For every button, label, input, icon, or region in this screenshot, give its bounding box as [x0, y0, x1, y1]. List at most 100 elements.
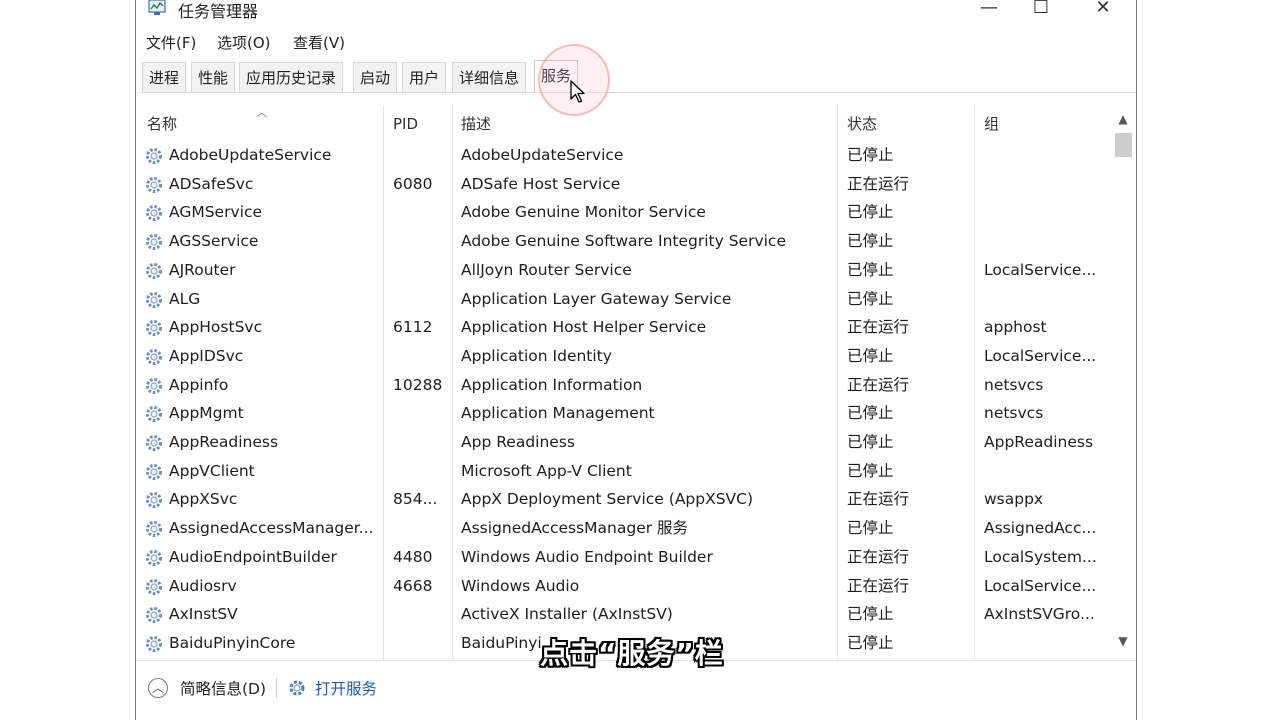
cell-name: AppXSvc — [169, 490, 238, 509]
cell-status: 正在运行 — [847, 576, 910, 595]
cell-name: AGMService — [169, 203, 262, 222]
close-button[interactable]: ✕ — [1080, 0, 1126, 20]
cell-group — [984, 170, 1109, 198]
cell-pid — [393, 227, 451, 255]
cell-group — [984, 141, 1109, 169]
brief-info-button[interactable]: 简略信息(D) — [180, 677, 266, 699]
table-row[interactable]: AdobeUpdateService AdobeUpdateService 已停止 — [136, 141, 1111, 169]
cell-group — [984, 227, 1109, 255]
footer-divider — [276, 678, 278, 698]
table-row[interactable]: AppXSvc 854... AppX Deployment Service (Ap… — [136, 485, 1111, 513]
table-row[interactable]: AGMService Adobe Genuine Monitor Service 已… — [136, 198, 1111, 226]
table-row[interactable]: AppHostSvc 6112 Application Host Helper Se… — [136, 313, 1111, 341]
col-pid-header[interactable]: PID — [393, 106, 418, 142]
cell-name: AppVClient — [169, 461, 255, 480]
col-group-header[interactable]: 组 — [984, 106, 999, 142]
cell-pid — [393, 285, 451, 313]
table-row[interactable]: Audiosrv 4668 Windows Audio 正在运行 LocalServic… — [136, 572, 1111, 600]
cell-pid: 10288 — [393, 375, 443, 394]
table-row[interactable]: AudioEndpointBuilder 4480 Windows Audio En… — [136, 543, 1111, 571]
cell-status: 已停止 — [847, 289, 894, 308]
maximize-button[interactable]: ☐ — [1018, 0, 1064, 20]
tab-performance[interactable]: 性能 — [191, 62, 236, 92]
cell-pid — [393, 342, 451, 370]
cell-name: AppMgmt — [169, 404, 244, 423]
cell-name: AppHostSvc — [169, 318, 263, 337]
cell-pid — [393, 600, 451, 628]
services-table: ︿ 名称 PID 描述 状态 组 AdobeUpdateService Adobe… — [136, 106, 1136, 661]
table-header: ︿ 名称 PID 描述 状态 组 — [136, 106, 1111, 142]
cell-name: AssignedAccessManager... — [169, 519, 374, 538]
tab-details[interactable]: 详细信息 — [452, 62, 527, 92]
cell-status: 已停止 — [847, 633, 894, 652]
cell-pid: 854... — [393, 490, 438, 509]
cell-group — [984, 198, 1109, 226]
cell-pid: 6080 — [393, 174, 433, 193]
table-row[interactable]: AppMgmt Application Management 已停止 netsvcs — [136, 399, 1111, 427]
gear-icon — [144, 290, 164, 310]
cell-status: 已停止 — [847, 146, 894, 164]
scroll-down-icon[interactable]: ▼ — [1111, 628, 1135, 654]
cell-pid — [393, 514, 451, 542]
tab-processes[interactable]: 进程 — [142, 62, 187, 92]
col-status-header[interactable]: 状态 — [847, 106, 877, 142]
table-row[interactable]: AssignedAccessManager... AssignedAccessMa… — [136, 514, 1111, 542]
table-row[interactable]: ADSafeSvc 6080 ADSafe Host Service 正在运行 — [136, 170, 1111, 198]
cell-group — [984, 457, 1109, 485]
table-row[interactable]: AppIDSvc Application Identity 已停止 LocalServ… — [136, 342, 1111, 370]
scroll-up-icon[interactable]: ▲ — [1111, 106, 1135, 132]
cell-status: 正在运行 — [847, 174, 910, 193]
cell-description: ActiveX Installer (AxInstSV) — [461, 605, 673, 624]
tab-startup[interactable]: 启动 — [353, 62, 398, 92]
cell-group: netsvcs — [984, 375, 1044, 394]
cell-pid — [393, 256, 451, 284]
table-row[interactable]: AxInstSV ActiveX Installer (AxInstSV) 已停止 A… — [136, 600, 1111, 628]
scroll-thumb[interactable] — [1115, 133, 1132, 157]
cell-description: Application Identity — [461, 346, 612, 365]
cell-status: 已停止 — [847, 461, 894, 480]
cell-status: 已停止 — [847, 404, 894, 423]
open-services-link[interactable]: 打开服务 — [315, 677, 377, 699]
cell-status: 正在运行 — [847, 547, 910, 566]
cell-pid: 4668 — [393, 576, 433, 595]
cell-description: Application Management — [461, 404, 655, 423]
cell-description: Application Layer Gateway Service — [461, 289, 732, 308]
cell-status: 已停止 — [847, 232, 894, 251]
chevron-up-icon[interactable]: ︿ — [148, 678, 168, 698]
table-row[interactable]: AppVClient Microsoft App-V Client 已停止 — [136, 457, 1111, 485]
video-subtitle: 点击“服务”栏 — [540, 637, 724, 670]
cell-name: AGSService — [169, 232, 259, 251]
task-manager-icon — [148, 0, 166, 15]
cell-description: AllJoyn Router Service — [461, 260, 632, 279]
cell-description: Adobe Genuine Software Integrity Service — [461, 232, 786, 251]
cell-group: apphost — [984, 318, 1047, 337]
tab-users[interactable]: 用户 — [402, 62, 447, 92]
gear-icon — [144, 433, 164, 453]
minimize-button[interactable]: — — [966, 0, 1012, 20]
tab-app-history[interactable]: 应用历史记录 — [239, 62, 344, 92]
menu-file[interactable]: 文件(F) — [146, 32, 196, 53]
tab-bar: 进程 性能 应用历史记录 启动 用户 详细信息 服务 — [136, 60, 1136, 93]
cell-pid — [393, 457, 451, 485]
sort-up-icon: ︿ — [256, 106, 267, 119]
cell-description: Microsoft App-V Client — [461, 461, 632, 480]
vertical-scrollbar[interactable]: ▲ ▼ — [1111, 106, 1135, 654]
table-row[interactable]: AJRouter AllJoyn Router Service 已停止 LocalSe… — [136, 256, 1111, 284]
menu-view[interactable]: 查看(V) — [293, 32, 345, 53]
menu-options[interactable]: 选项(O) — [217, 32, 271, 53]
gear-icon — [144, 347, 164, 367]
cell-group: LocalService... — [984, 346, 1097, 365]
gear-icon — [144, 203, 164, 223]
cell-pid: 6112 — [393, 318, 433, 337]
col-desc-header[interactable]: 描述 — [461, 106, 491, 142]
cell-name: AxInstSV — [169, 605, 238, 624]
table-row[interactable]: AGSService Adobe Genuine Software Integri… — [136, 227, 1111, 255]
table-row[interactable]: AppReadiness App Readiness 已停止 AppReadiness — [136, 428, 1111, 456]
table-row[interactable]: Appinfo 10288 Application Information 正在运行 n… — [136, 371, 1111, 399]
table-row[interactable]: ALG Application Layer Gateway Service 已停止 — [136, 285, 1111, 313]
cell-name: AdobeUpdateService — [169, 146, 332, 164]
col-name-header[interactable]: 名称 — [147, 106, 177, 142]
cell-name: AppReadiness — [169, 433, 279, 451]
gear-icon — [144, 462, 164, 482]
gear-icon — [144, 232, 164, 252]
